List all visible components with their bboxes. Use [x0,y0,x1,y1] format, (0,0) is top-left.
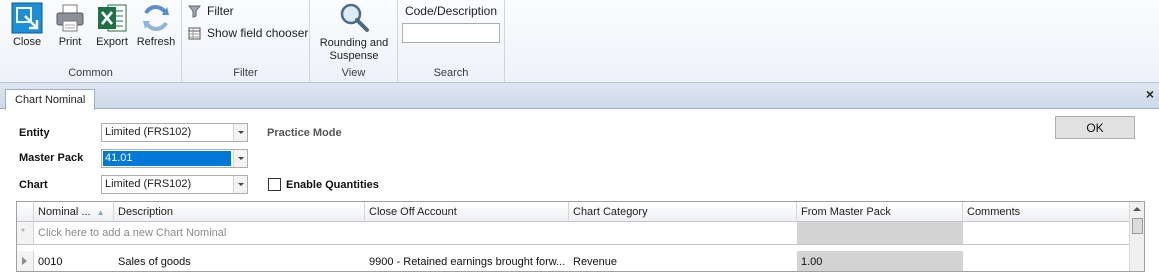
entity-value: Limited (FRS102) [105,126,192,138]
document-tab-strip: Chart Nominal × [0,83,1159,110]
cell-close-off-account[interactable]: 9900 - Retained earnings brought forw... [369,256,569,268]
close-tab-icon[interactable]: × [1146,86,1154,102]
ribbon-group-filter: Filter Show field chooser Filter [182,0,310,82]
chevron-down-icon[interactable] [233,150,247,167]
table-row[interactable]: 0010 Sales of goods 9900 - Retained earn… [17,251,1130,271]
master-pack-select[interactable]: 41.01 [101,149,248,168]
print-button[interactable]: Print [53,2,87,48]
group-label-filter: Filter [233,67,258,79]
group-label-search: Search [433,67,469,79]
refresh-button[interactable]: Refresh [134,2,178,48]
ribbon: Close Print Export Refresh Common Filter… [0,0,1159,83]
entity-label: Entity [19,127,50,139]
chart-select[interactable]: Limited (FRS102) [101,175,248,194]
rounding-suspense-button[interactable]: Rounding and Suspense [314,2,394,63]
rounding-label-1: Rounding and [319,37,389,49]
enable-quantities-label: Enable Quantities [286,178,379,191]
ribbon-group-search: Code/Description Search [398,0,505,82]
column-header-from-master-pack[interactable]: From Master Pack [797,202,963,222]
column-header-comments[interactable]: Comments [963,202,1130,222]
scroll-up-icon[interactable] [1133,207,1141,211]
master-pack-label: Master Pack [19,152,84,164]
magnifier-icon [340,3,369,32]
group-label-common: Common [68,67,113,79]
cell-nominal[interactable]: 0010 [38,256,112,268]
cell-from-master-pack: 1.00 [801,256,823,268]
checkbox-box[interactable] [268,178,281,191]
cell-description[interactable]: Sales of goods [118,256,363,268]
export-button[interactable]: Export [94,2,130,48]
tab-chart-nominal[interactable]: Chart Nominal [5,89,96,110]
search-field-label: Code/Description [404,4,498,18]
new-row[interactable]: * Click here to add a new Chart Nominal [17,222,1130,245]
ok-button[interactable]: OK [1055,116,1135,139]
filter-icon [188,5,201,18]
practice-mode-label: Practice Mode [267,127,342,139]
column-header-close-off-account[interactable]: Close Off Account [365,202,569,222]
filter-label: Filter [207,4,234,18]
chevron-down-icon[interactable] [233,124,247,141]
sort-ascending-icon: ▲ [96,208,105,217]
print-label: Print [58,36,82,48]
refresh-label: Refresh [136,36,176,48]
grid-header: Nominal ... ▲ Description Close Off Accou… [17,202,1130,222]
ribbon-group-common: Close Print Export Refresh Common [0,0,182,82]
printer-icon [56,4,84,32]
column-header-chart-category[interactable]: Chart Category [569,202,797,222]
field-chooser-label: Show field chooser [207,26,309,40]
chart-nominal-grid: Nominal ... ▲ Description Close Off Accou… [16,201,1145,272]
new-row-indicator [17,222,34,244]
search-input[interactable] [402,23,500,43]
new-row-star-icon: * [21,227,25,238]
close-label: Close [12,36,42,48]
ribbon-group-view: Rounding and Suspense View [310,0,398,82]
filter-button[interactable]: Filter [188,4,234,18]
enable-quantities-checkbox[interactable]: Enable Quantities [268,178,379,191]
vertical-scrollbar[interactable] [1129,202,1144,271]
new-row-text: Click here to add a new Chart Nominal [38,227,227,239]
close-button[interactable]: Close [9,2,45,48]
rounding-label-2: Suspense [329,50,379,62]
entity-select[interactable]: Limited (FRS102) [101,123,248,142]
column-header-description[interactable]: Description [114,202,365,222]
chart-value: Limited (FRS102) [105,178,192,190]
header-indicator [17,202,34,222]
field-chooser-icon [188,27,201,39]
cell-chart-category[interactable]: Revenue [573,256,795,268]
close-icon [11,2,43,34]
excel-icon [98,4,127,32]
export-label: Export [96,36,128,48]
group-label-view: View [341,67,366,79]
current-row-arrow-icon [22,257,27,265]
master-pack-value: 41.01 [103,151,231,166]
column-header-nominal[interactable]: Nominal ... ▲ [34,202,114,222]
chevron-down-icon[interactable] [233,176,247,193]
readonly-cell [797,222,963,244]
refresh-icon [143,5,169,31]
field-chooser-button[interactable]: Show field chooser [188,26,308,40]
chart-label: Chart [19,179,48,191]
scroll-thumb[interactable] [1132,218,1143,234]
